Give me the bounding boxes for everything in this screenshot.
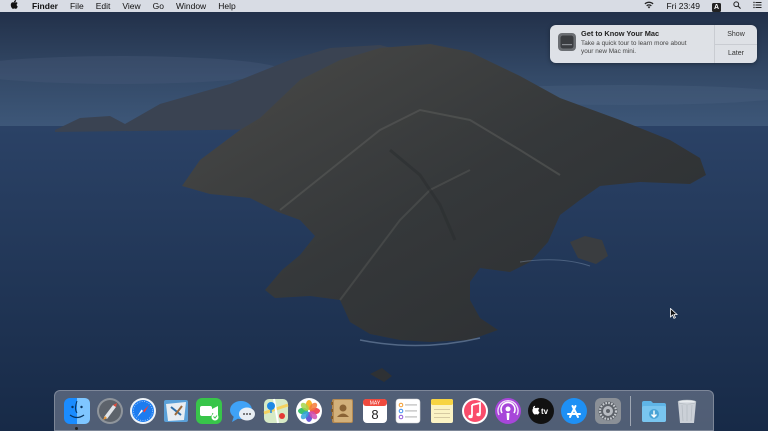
- dock-podcasts[interactable]: [494, 397, 522, 425]
- apple-icon[interactable]: [0, 0, 26, 12]
- notification-center-icon[interactable]: [747, 0, 768, 12]
- calendar-day: 8: [372, 407, 379, 422]
- calendar-icon: MAY8: [363, 398, 388, 423]
- dock-maps[interactable]: [262, 397, 290, 425]
- input-source-icon[interactable]: A: [706, 0, 727, 12]
- contacts-icon: [331, 398, 354, 423]
- notification-title: Get to Know Your Mac: [581, 29, 660, 38]
- notes-icon: [430, 398, 453, 423]
- menu-app-name[interactable]: Finder: [26, 0, 64, 12]
- dock-tv[interactable]: tv: [527, 397, 555, 425]
- downloads-folder-icon: [641, 400, 666, 422]
- dock-system-preferences[interactable]: [594, 397, 622, 425]
- launchpad-icon: [96, 397, 123, 424]
- dock-contacts[interactable]: [328, 397, 356, 425]
- notification-message-line1: Take a quick tour to learn more about: [581, 40, 687, 47]
- dock-reminders[interactable]: [394, 397, 422, 425]
- notification-message-line2: your new Mac mini.: [581, 48, 637, 55]
- dock-photos[interactable]: [295, 397, 323, 425]
- menu-bar: Finder File Edit View Go Window Help Fri…: [0, 0, 768, 12]
- input-source-label: A: [712, 3, 721, 12]
- dock-calendar[interactable]: MAY 8: [361, 397, 389, 425]
- tv-icon: tv: [528, 397, 555, 424]
- podcasts-icon: [495, 397, 522, 424]
- dock-music[interactable]: [461, 397, 489, 425]
- dock-mail[interactable]: [162, 397, 190, 425]
- dock-finder[interactable]: [63, 397, 91, 430]
- app-store-icon: [561, 397, 588, 424]
- facetime-icon: [196, 397, 223, 424]
- system-preferences-icon: [594, 397, 621, 424]
- tv-label: tv: [541, 407, 549, 416]
- dock-downloads[interactable]: [640, 397, 668, 425]
- show-button[interactable]: Show: [715, 25, 757, 44]
- menu-window[interactable]: Window: [170, 0, 212, 12]
- dock-launchpad[interactable]: [96, 397, 124, 425]
- trash-icon: [677, 399, 697, 423]
- dock-notes[interactable]: [428, 397, 456, 425]
- mac-mini-icon: [557, 32, 577, 52]
- menu-view[interactable]: View: [116, 0, 146, 12]
- mail-icon: [164, 399, 189, 422]
- dock-separator: [630, 395, 632, 426]
- reminders-icon: [396, 398, 421, 423]
- dock-safari[interactable]: [129, 397, 157, 425]
- messages-icon: [229, 400, 255, 422]
- finder-icon: [63, 397, 90, 424]
- dock-trash[interactable]: [673, 397, 701, 425]
- maps-icon: [263, 398, 289, 423]
- later-button[interactable]: Later: [715, 43, 757, 64]
- menu-edit[interactable]: Edit: [90, 0, 117, 12]
- dock-facetime[interactable]: [195, 397, 223, 425]
- safari-icon: [129, 397, 156, 424]
- notification-content: Get to Know Your Mac Take a quick tour t…: [581, 25, 714, 63]
- menu-help[interactable]: Help: [212, 0, 241, 12]
- menu-go[interactable]: Go: [147, 0, 170, 12]
- desktop-wallpaper: [0, 0, 768, 431]
- menu-file[interactable]: File: [64, 0, 90, 12]
- dock: MAY 8 tv: [54, 390, 714, 431]
- dock-app-store[interactable]: [560, 397, 588, 425]
- music-icon: [461, 397, 488, 424]
- spotlight-icon[interactable]: [727, 0, 747, 12]
- notification-actions: Show Later: [714, 25, 757, 63]
- wifi-icon[interactable]: [638, 0, 660, 12]
- photos-icon: [295, 397, 322, 424]
- menu-clock[interactable]: Fri 23:49: [660, 0, 706, 12]
- calendar-month: MAY: [370, 400, 381, 406]
- running-indicator: [74, 426, 78, 430]
- notification-banner[interactable]: Get to Know Your Mac Take a quick tour t…: [550, 25, 757, 63]
- dock-messages[interactable]: [229, 397, 257, 425]
- mouse-cursor-icon: [670, 308, 678, 319]
- status-area: Fri 23:49 A: [638, 0, 768, 12]
